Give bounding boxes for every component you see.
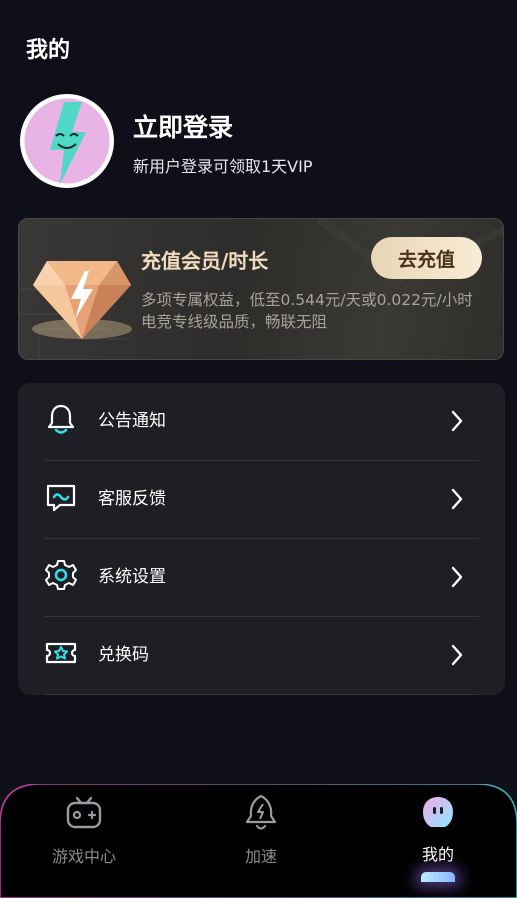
tab-game-center[interactable]: 游戏中心 [24,784,144,898]
diamond-icon [32,261,132,339]
avatar-image [21,95,113,187]
chevron-right-icon [451,410,463,432]
chevron-right-icon [451,488,463,510]
menu-item-announcements[interactable]: 公告通知 [18,383,505,461]
recharge-button[interactable]: 去充值 [371,237,482,279]
menu-item-label: 系统设置 [98,567,166,587]
login-title[interactable]: 立即登录 [133,108,233,144]
menu-item-label: 兑换码 [98,645,149,665]
bell-icon [47,404,75,434]
menu-item-label: 公告通知 [98,411,166,431]
gamepad-icon [66,796,102,829]
tab-accelerate[interactable]: 加速 [201,784,321,898]
vip-recharge-card[interactable]: 充值会员/时长 多项专属权益，低至0.544元/天或0.022元/小时电竞专线级… [18,218,504,360]
gear-icon [45,560,77,590]
tab-label: 加速 [244,847,277,866]
vip-description: 多项专属权益，低至0.544元/天或0.022元/小时电竞专线级品质，畅联无阻 [141,291,473,331]
vip-title: 充值会员/时长 [141,249,269,273]
menu-list: 公告通知 客服反馈 系统设置 兑换码 [18,383,505,695]
chat-icon [46,484,76,512]
chevron-right-icon [451,644,463,666]
divider [44,694,479,695]
login-subtitle: 新用户登录可领取1天VIP [133,157,313,176]
page-title: 我的 [26,38,71,63]
menu-item-redeem-code[interactable]: 兑换码 [18,617,505,695]
menu-item-feedback[interactable]: 客服反馈 [18,461,505,539]
menu-item-settings[interactable]: 系统设置 [18,539,505,617]
active-tab-indicator [421,872,455,882]
mascot-icon [423,797,453,827]
tab-label: 我的 [421,845,454,864]
tab-label: 游戏中心 [51,847,116,866]
avatar[interactable] [20,94,114,188]
rocket-icon [245,794,277,830]
ticket-icon [45,642,77,664]
chevron-right-icon [451,566,463,588]
menu-item-label: 客服反馈 [98,489,166,509]
